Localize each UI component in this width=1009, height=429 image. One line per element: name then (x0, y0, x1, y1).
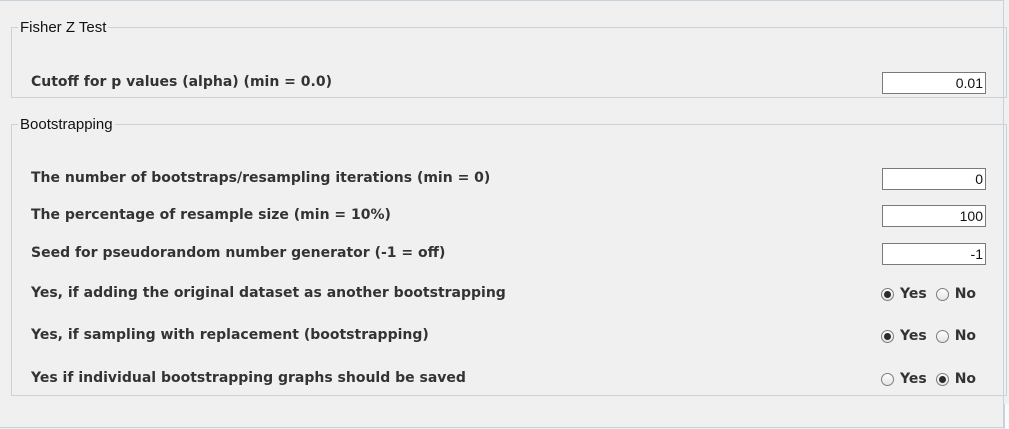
save-graphs-yes-radio[interactable] (881, 372, 894, 386)
replacement-yes-option[interactable]: Yes (881, 328, 927, 344)
replacement-yes-label: Yes (900, 328, 927, 344)
replacement-no-radio[interactable] (935, 329, 949, 343)
seed-label: Seed for pseudorandom number generator (… (31, 245, 446, 261)
top-border (0, 0, 1004, 1)
add-original-yes-label: Yes (900, 286, 927, 302)
add-original-no-radio[interactable] (935, 287, 949, 301)
save-graphs-no-option[interactable]: No (935, 371, 977, 387)
fisher-z-test-group: Fisher Z Test Cutoff for p values (alpha… (11, 19, 1007, 98)
iterations-label: The number of bootstraps/resampling iter… (31, 170, 491, 186)
save-graphs-label: Yes if individual bootstrapping graphs s… (31, 370, 466, 386)
replacement-yes-radio[interactable] (881, 329, 894, 343)
seed-input[interactable] (882, 243, 986, 265)
add-original-row: Yes, if adding the original dataset as a… (12, 283, 1006, 307)
alpha-label: Cutoff for p values (alpha) (min = 0.0) (31, 74, 332, 90)
replacement-row: Yes, if sampling with replacement (boots… (12, 325, 1006, 349)
replacement-no-label: No (954, 328, 977, 344)
add-original-no-option[interactable]: No (935, 286, 977, 302)
alpha-input[interactable] (882, 72, 986, 94)
seed-row: Seed for pseudorandom number generator (… (12, 243, 1006, 267)
bootstrapping-legend: Bootstrapping (20, 116, 113, 133)
resample-row: The percentage of resample size (min = 1… (12, 205, 1006, 229)
replacement-radio-group: Yes No (881, 326, 985, 346)
resample-input[interactable] (882, 205, 986, 227)
bootstrapping-group: Bootstrapping The number of bootstraps/r… (11, 116, 1007, 396)
add-original-radio-group: Yes No (881, 284, 985, 304)
add-original-no-label: No (954, 286, 977, 302)
save-graphs-no-radio[interactable] (935, 372, 949, 386)
replacement-no-option[interactable]: No (935, 328, 977, 344)
bottom-border (0, 427, 1004, 428)
fisher-z-test-legend: Fisher Z Test (20, 19, 107, 36)
add-original-yes-option[interactable]: Yes (881, 286, 927, 302)
save-graphs-yes-option[interactable]: Yes (881, 371, 927, 387)
save-graphs-row: Yes if individual bootstrapping graphs s… (12, 368, 1006, 392)
save-graphs-yes-label: Yes (900, 371, 927, 387)
alpha-row: Cutoff for p values (alpha) (min = 0.0) (12, 72, 1006, 96)
replacement-label: Yes, if sampling with replacement (boots… (31, 327, 429, 343)
iterations-row: The number of bootstraps/resampling iter… (12, 168, 1006, 192)
save-graphs-no-label: No (954, 371, 977, 387)
scrollbar-stub (1004, 404, 1009, 429)
iterations-input[interactable] (882, 168, 986, 190)
add-original-label: Yes, if adding the original dataset as a… (31, 285, 506, 301)
resample-label: The percentage of resample size (min = 1… (31, 207, 391, 223)
add-original-yes-radio[interactable] (881, 287, 894, 301)
save-graphs-radio-group: Yes No (881, 369, 985, 389)
